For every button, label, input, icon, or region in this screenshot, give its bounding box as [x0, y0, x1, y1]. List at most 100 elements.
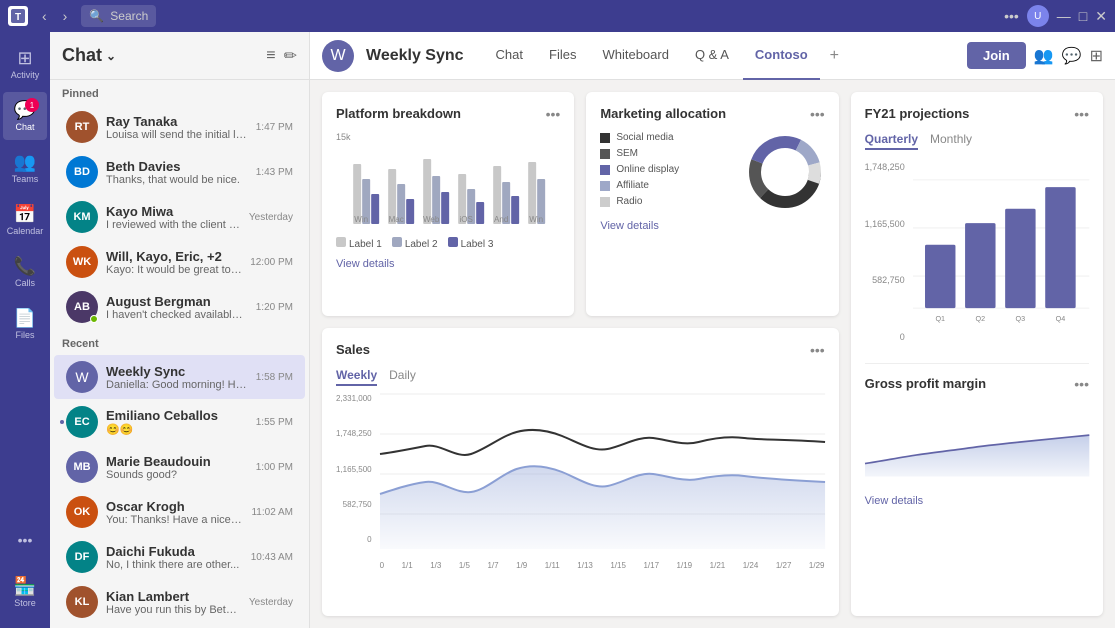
card-menu-button[interactable]: ••• [546, 106, 561, 122]
calls-icon: 📞 [14, 257, 36, 275]
chat-preview: No, I think there are other... [106, 559, 243, 571]
pinned-section-label: Pinned [50, 80, 309, 104]
tab-daily[interactable]: Daily [389, 368, 416, 386]
sidebar-item-teams[interactable]: 👥 Teams [3, 144, 47, 192]
sidebar-item-chat[interactable]: 1 💬 Chat [3, 92, 47, 140]
chat-preview: I reviewed with the client on... [106, 219, 241, 231]
chat-item[interactable]: AB August Bergman I haven't checked avai… [54, 285, 305, 329]
more-options-button[interactable]: ••• [1004, 8, 1019, 24]
chat-item[interactable]: EC Emiliano Ceballos 😊😊 1:55 PM [54, 400, 305, 444]
new-chat-button[interactable]: ✏ [284, 46, 297, 66]
tab-monthly[interactable]: Monthly [930, 132, 972, 150]
chat-item[interactable]: W Weekly Sync Daniella: Good morning! He… [54, 355, 305, 399]
card-menu-button[interactable]: ••• [810, 342, 825, 358]
chart-legend: Label 1 Label 2 Label 3 [336, 237, 560, 250]
chat-item[interactable]: RT Ray Tanaka Louisa will send the initi… [54, 105, 305, 149]
status-dot [90, 315, 98, 323]
close-button[interactable]: ✕ [1095, 8, 1107, 25]
chat-item[interactable]: KM Kayo Miwa I reviewed with the client … [54, 195, 305, 239]
sidebar-item-store[interactable]: 🏪 Store [3, 568, 47, 616]
forward-button[interactable]: › [57, 6, 74, 26]
fy21-projections-card: FY21 projections ••• Quarterly Monthly 1… [851, 92, 1103, 616]
legend-color [600, 197, 610, 207]
view-details-link[interactable]: View details [600, 220, 824, 232]
tab-quarterly[interactable]: Quarterly [865, 132, 918, 150]
chat-dropdown-icon[interactable]: ⌄ [106, 49, 116, 63]
chat-preview: Daniella: Good morning! Here's t... [106, 379, 248, 391]
channel-avatar: W [322, 40, 354, 72]
user-avatar[interactable]: U [1027, 5, 1049, 27]
chat-info: Beth Davies Thanks, that would be nice. [106, 159, 248, 186]
avatar: EC [66, 406, 98, 438]
nav-arrows: ‹ › [36, 6, 73, 26]
chat-badge: 1 [25, 98, 39, 112]
search-icon: 🔍 [89, 9, 104, 23]
minimize-button[interactable]: — [1057, 8, 1071, 24]
legend-label: SEM [616, 148, 638, 159]
chat-item[interactable]: KL Kian Lambert Have you run this by Bet… [54, 580, 305, 624]
platform-breakdown-card: Platform breakdown ••• 15k [322, 92, 574, 316]
recent-section-label: Recent [50, 330, 309, 354]
projection-bars: Q1 Q2 Q3 Q4 [913, 162, 1089, 347]
sales-x-axis: 01/11/31/51/71/91/111/131/151/171/191/21… [380, 561, 825, 570]
gross-profit-title: Gross profit margin [865, 376, 986, 391]
chat-preview: Have you run this by Beth? Make... [106, 604, 241, 616]
chat-item[interactable]: OK Oscar Krogh You: Thanks! Have a nice … [54, 490, 305, 534]
sidebar-item-activity[interactable]: ⊞ Activity [3, 40, 47, 88]
tab-qa[interactable]: Q & A [683, 32, 741, 80]
card-menu-button[interactable]: ••• [810, 106, 825, 122]
legend-label: Radio [616, 196, 642, 207]
sidebar-item-calls[interactable]: 📞 Calls [3, 248, 47, 296]
card-menu-button[interactable]: ••• [1074, 106, 1089, 122]
card-title: Marketing allocation [600, 106, 726, 121]
tab-weekly[interactable]: Weekly [336, 368, 377, 386]
chat-item[interactable]: WK Will, Kayo, Eric, +2 Kayo: It would b… [54, 240, 305, 284]
gross-profit-menu[interactable]: ••• [1074, 376, 1089, 392]
sidebar-item-calendar[interactable]: 📅 Calendar [3, 196, 47, 244]
chat-info: Kayo Miwa I reviewed with the client on.… [106, 204, 241, 231]
card-title: Sales [336, 342, 370, 357]
chat-preview: You: Thanks! Have a nice weekend [106, 514, 243, 526]
participants-button[interactable]: 👥 [1034, 46, 1054, 66]
more-icon: ••• [18, 533, 33, 547]
channel-name: Weekly Sync [366, 47, 464, 65]
filter-button[interactable]: ≡ [266, 46, 275, 66]
avatar: AB [66, 291, 98, 323]
maximize-button[interactable]: □ [1079, 8, 1087, 24]
y-axis-label: 15k [336, 132, 560, 142]
chat-info: Ray Tanaka Louisa will send the initial … [106, 114, 248, 141]
chat-name: Beth Davies [106, 159, 248, 174]
join-button[interactable]: Join [967, 42, 1026, 69]
y-label: 582,750 [865, 275, 905, 285]
calendar-icon: 📅 [14, 205, 36, 223]
search-bar[interactable]: 🔍 Search [81, 5, 156, 27]
tab-whiteboard[interactable]: Whiteboard [590, 32, 680, 80]
view-details-link[interactable]: View details [336, 258, 560, 270]
tab-files[interactable]: Files [537, 32, 588, 80]
projection-tabs: Quarterly Monthly [865, 132, 1089, 150]
channel-icon: W [66, 361, 98, 393]
chat-item[interactable]: DF Daichi Fukuda No, I think there are o… [54, 535, 305, 579]
tab-chat[interactable]: Chat [484, 32, 535, 80]
gross-profit-chart [865, 402, 1089, 482]
expand-button[interactable]: ⊞ [1090, 46, 1103, 66]
chat-sidebar: Chat ⌄ ≡ ✏ Pinned RT Ray Tanaka Louisa w… [50, 32, 310, 628]
gross-profit-header: Gross profit margin ••• [865, 376, 1089, 392]
sidebar-item-more[interactable]: ••• [3, 516, 47, 564]
card-header: FY21 projections ••• [865, 106, 1089, 122]
chat-preview: I haven't checked available times... [106, 309, 248, 321]
chat-header: Chat ⌄ ≡ ✏ [50, 32, 309, 80]
chat-time: 1:55 PM [256, 417, 293, 428]
gross-profit-section: Gross profit margin ••• View [865, 363, 1089, 507]
chat-button[interactable]: 💬 [1062, 46, 1082, 66]
tab-contoso[interactable]: Contoso [743, 32, 820, 80]
add-tab-button[interactable]: + [822, 32, 847, 80]
chat-name: Oscar Krogh [106, 499, 243, 514]
sidebar-item-files[interactable]: 📄 Files [3, 300, 47, 348]
avatar: KL [66, 586, 98, 618]
back-button[interactable]: ‹ [36, 6, 53, 26]
view-details-link[interactable]: View details [865, 495, 1089, 507]
y-label: 1,748,250 [865, 162, 905, 172]
chat-item[interactable]: BD Beth Davies Thanks, that would be nic… [54, 150, 305, 194]
chat-item[interactable]: MB Marie Beaudouin Sounds good? 1:00 PM [54, 445, 305, 489]
